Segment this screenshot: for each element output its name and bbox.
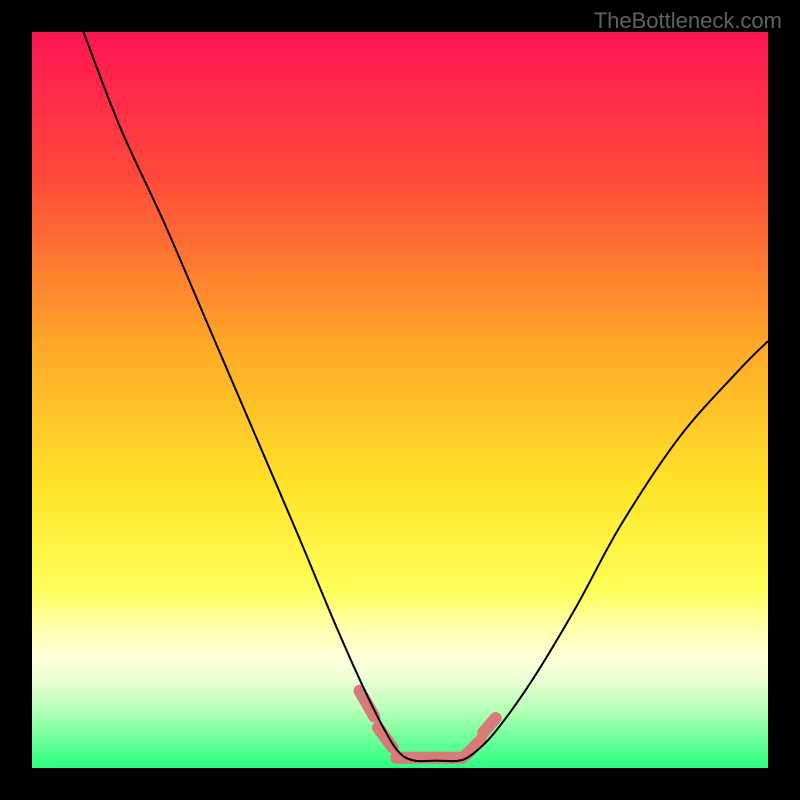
chart-background — [32, 32, 768, 768]
chart-svg — [32, 32, 768, 768]
chart-plot — [32, 32, 768, 768]
watermark-text: TheBottleneck.com — [594, 8, 782, 34]
